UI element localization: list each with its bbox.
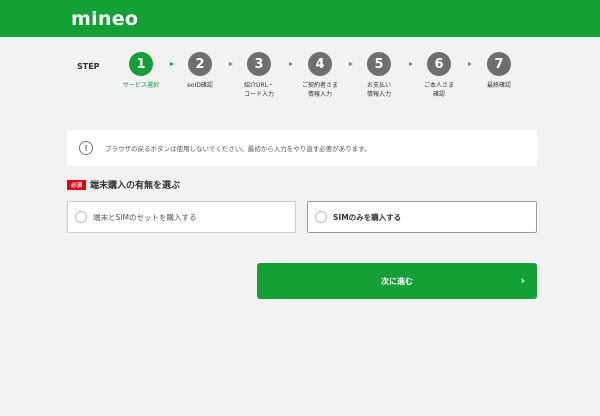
step-label: ご契約者さま 情報入力 — [301, 82, 338, 98]
step-5: 5 お支払い 情報入力 — [349, 52, 409, 99]
header: mineo — [0, 0, 600, 37]
section-heading: 必須 端末購入の有無を選ぶ — [67, 178, 180, 191]
step-label: eoID確認 — [187, 82, 213, 89]
radio-button[interactable] — [75, 211, 87, 223]
step-2: 2 eoID確認 — [170, 52, 230, 90]
step-number: 7 — [487, 52, 511, 76]
step-label: ご本人さま 確認 — [423, 82, 454, 98]
mineo-logo[interactable]: mineo — [71, 8, 138, 30]
step-number: 1 — [129, 52, 153, 76]
step-number: 3 — [247, 52, 271, 76]
option-label: SIMのみを購入する — [333, 212, 402, 222]
next-button-label: 次に進む — [381, 276, 413, 286]
step-label: 紹介URL・ コード入力 — [243, 82, 274, 98]
step-6: 6 ご本人さま 確認 — [409, 52, 469, 99]
step-7: 7 最終確認 — [469, 52, 529, 90]
notice-box: ! ブラウザの戻るボタンは使用しないでください。最初から入力をやり直す必要があり… — [67, 130, 537, 166]
step-number: 2 — [188, 52, 212, 76]
chevron-right-icon: › — [520, 274, 525, 287]
step-number: 5 — [367, 52, 391, 76]
radio-button[interactable] — [315, 211, 327, 223]
step-3: 3 紹介URL・ コード入力 — [229, 52, 289, 99]
step-number: 6 — [427, 52, 451, 76]
step-label: 最終確認 — [486, 82, 511, 89]
step-heading: STEP — [77, 62, 100, 71]
option-device-and-sim[interactable]: 端末とSIMのセットを購入する — [67, 201, 296, 233]
step-label: お支払い 情報入力 — [366, 82, 391, 98]
step-4: 4 ご契約者さま 情報入力 — [290, 52, 350, 99]
option-label: 端末とSIMのセットを購入する — [93, 212, 197, 222]
option-sim-only[interactable]: SIMのみを購入する — [307, 201, 537, 233]
section-title: 端末購入の有無を選ぶ — [90, 181, 181, 191]
required-badge: 必須 — [67, 179, 87, 190]
next-button[interactable]: 次に進む › — [257, 263, 537, 299]
step-number: 4 — [308, 52, 332, 76]
notice-text: ブラウザの戻るボタンは使用しないでください。最初から入力をやり直す必要があります… — [105, 145, 371, 153]
step-1: 1 サービス選択 — [111, 52, 171, 90]
exclamation-circle-icon: ! — [79, 141, 93, 155]
step-label: サービス選択 — [122, 82, 159, 89]
